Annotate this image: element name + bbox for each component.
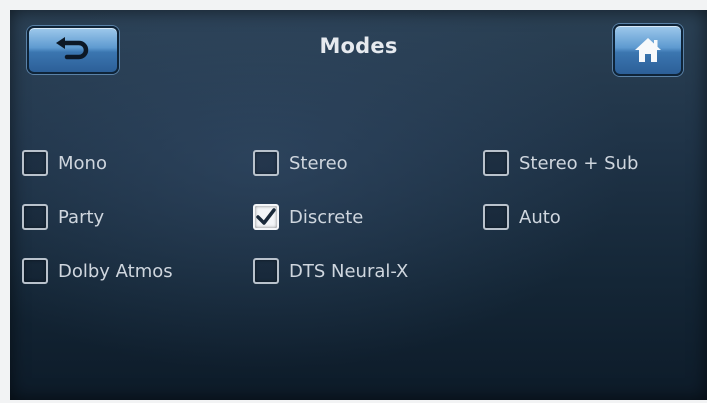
mono-checkbox[interactable] [22, 150, 48, 176]
option-label: Stereo + Sub [519, 152, 639, 174]
option-stereo[interactable]: Stereo [253, 146, 348, 180]
page-title: Modes [319, 34, 398, 58]
option-label: Mono [58, 152, 107, 174]
option-dolby-atmos[interactable]: Dolby Atmos [22, 254, 173, 288]
party-checkbox[interactable] [22, 204, 48, 230]
option-label: DTS Neural-X [289, 260, 409, 282]
option-discrete[interactable]: Discrete [253, 200, 363, 234]
dts-neural-x-checkbox[interactable] [253, 258, 279, 284]
option-label: Discrete [289, 206, 364, 228]
option-label: Auto [519, 206, 561, 228]
stereo-sub-checkbox[interactable] [483, 150, 509, 176]
home-button[interactable] [613, 24, 683, 76]
option-label: Party [58, 206, 105, 228]
option-dts-neural-x[interactable]: DTS Neural-X [253, 254, 408, 288]
option-auto[interactable]: Auto [483, 200, 561, 234]
option-mono[interactable]: Mono [22, 146, 107, 180]
checkmark-icon [256, 208, 276, 225]
option-stereo-sub[interactable]: Stereo + Sub [483, 146, 638, 180]
option-label: Stereo [289, 152, 348, 174]
stereo-checkbox[interactable] [253, 150, 279, 176]
home-icon [635, 38, 661, 62]
dolby-atmos-checkbox[interactable] [22, 258, 48, 284]
auto-checkbox[interactable] [483, 204, 509, 230]
option-label: Dolby Atmos [58, 260, 173, 282]
discrete-checkbox[interactable] [253, 204, 279, 230]
option-party[interactable]: Party [22, 200, 104, 234]
touch-screen: Modes Mono Stereo Stereo + Sub Party Dis… [10, 10, 707, 400]
